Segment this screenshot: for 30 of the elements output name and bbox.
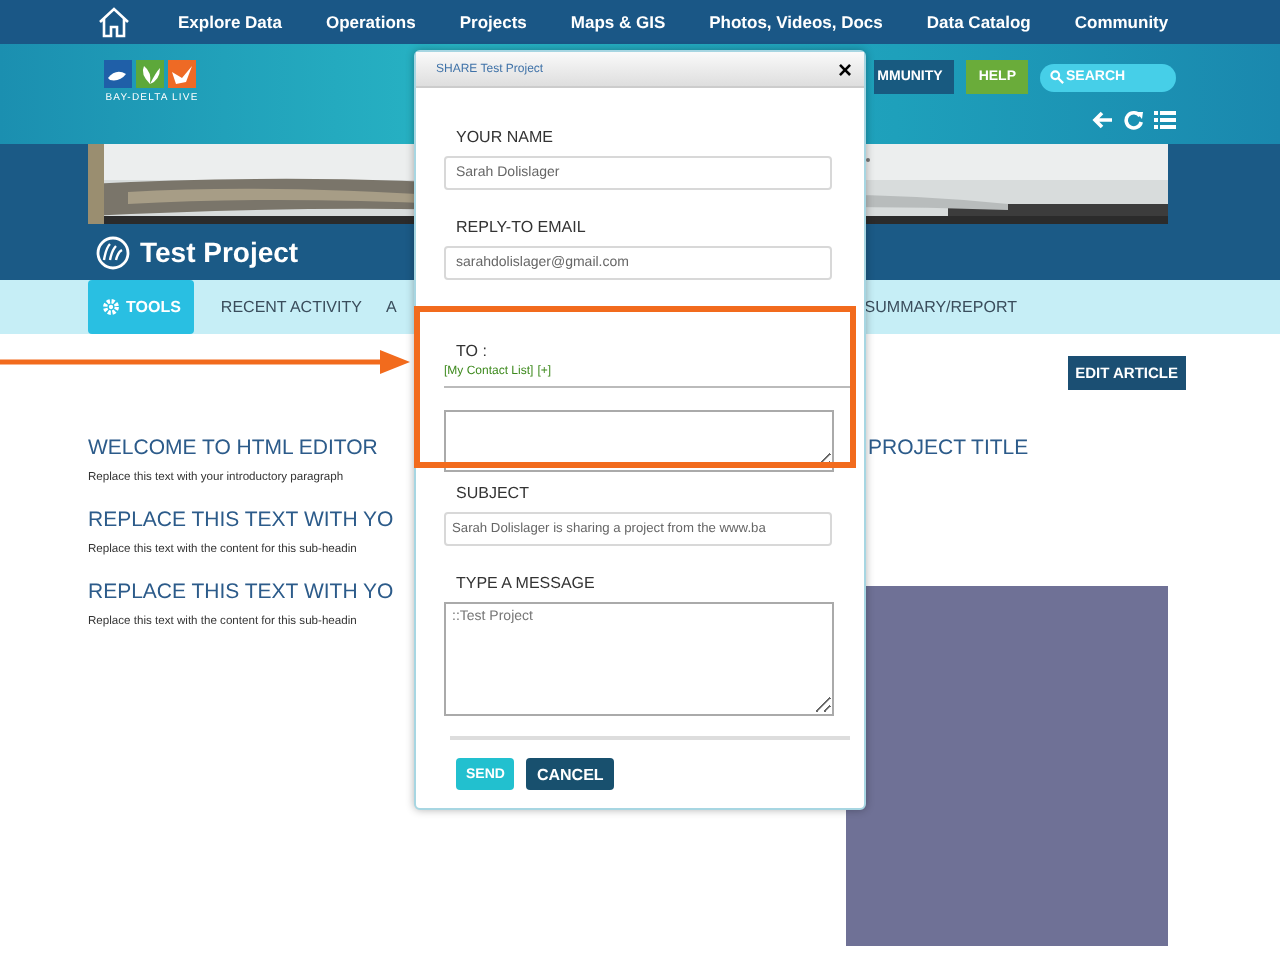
close-button[interactable]: × <box>837 57 852 81</box>
field-label: SUBJECT <box>456 484 531 506</box>
recipients-field[interactable] <box>444 410 834 472</box>
project-title: Test Project <box>140 236 299 268</box>
nav-link[interactable]: Operations <box>325 12 416 32</box>
section-heading: REPLACE THIS TEXT WITH YO <box>88 506 396 536</box>
tab[interactable]: RECENT ACTIVITY <box>204 280 378 334</box>
search-icon <box>1050 69 1064 83</box>
nav-link[interactable]: Maps & GIS <box>570 12 666 32</box>
list-icon[interactable] <box>1154 110 1176 130</box>
nav-link[interactable]: Data Catalog <box>926 12 1031 32</box>
section-heading: PROJECT TITLE <box>866 434 1031 464</box>
refresh-icon[interactable] <box>1124 110 1144 130</box>
nav-link[interactable]: Community <box>1074 12 1169 32</box>
nav-link[interactable]: Explore Data <box>178 12 282 32</box>
arrow-icon <box>0 350 410 374</box>
nav-link[interactable]: Projects <box>459 12 527 32</box>
field-label: REPLY-TO EMAIL <box>456 218 588 240</box>
nav-link[interactable]: Photos, Videos, Docs <box>709 12 883 32</box>
gear-icon <box>102 298 120 316</box>
field-label: TYPE A MESSAGE <box>456 574 597 596</box>
dialog-button[interactable]: CANCEL <box>526 758 614 790</box>
back-arrow-icon[interactable] <box>1092 110 1114 130</box>
water-icon <box>96 235 130 269</box>
section-heading: REPLACE THIS TEXT WITH YO <box>88 578 396 608</box>
tab[interactable]: A <box>377 280 405 334</box>
field-label: YOUR NAME <box>456 128 555 150</box>
section-heading: WELCOME TO HTML EDITOR <box>88 434 380 464</box>
home-icon[interactable] <box>98 6 130 38</box>
field-label: TO : <box>456 342 489 364</box>
